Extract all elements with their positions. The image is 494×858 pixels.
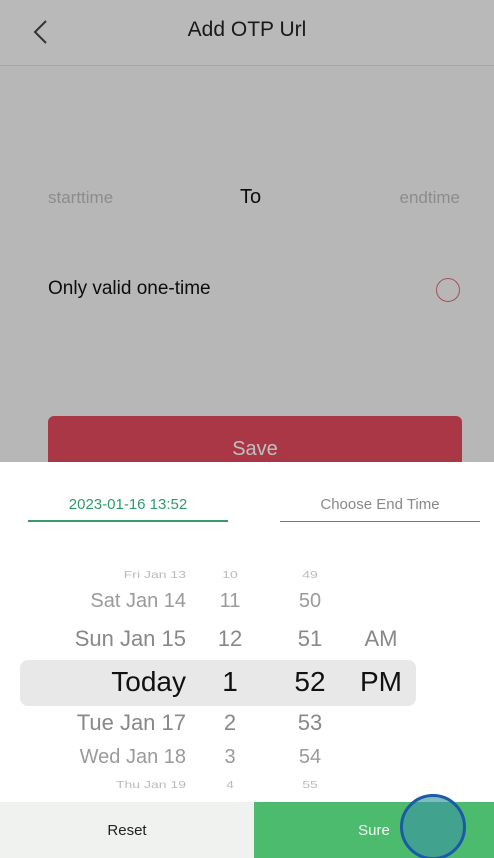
date-option: Tue Jan 17 [76,710,186,735]
minute-option: 55 [302,778,318,790]
date-option-selected: Today [111,666,186,697]
minute-option: 51 [297,626,323,651]
date-option: Fri Jan 13 [123,568,186,580]
hour-option: 2 [223,710,237,735]
hour-option: 4 [226,778,234,790]
minute-option: 54 [298,746,322,768]
touch-indicator [400,794,466,858]
date-option: Wed Jan 18 [79,746,186,768]
ampm-option: AM [364,626,398,651]
hour-option: 12 [217,626,243,651]
date-option: Sun Jan 15 [74,626,186,651]
start-time-tab[interactable]: 2023-01-16 13:52 [28,492,228,522]
hour-column[interactable]: 10 11 12 1 2 3 4 [210,558,250,798]
hour-option: 10 [222,568,238,580]
minute-column[interactable]: 49 50 51 52 53 54 55 [280,558,340,798]
hour-option: 3 [224,746,236,768]
modal-backdrop[interactable] [0,0,494,462]
picker-wheel[interactable]: Thu Jan 12 Fri Jan 13 Sat Jan 14 Sun Jan… [0,558,494,798]
hour-option-selected: 1 [222,666,238,697]
date-column[interactable]: Thu Jan 12 Fri Jan 13 Sat Jan 14 Sun Jan… [40,558,186,798]
ampm-column[interactable]: AM PM [346,558,416,798]
minute-option: 50 [298,590,322,612]
reset-button[interactable]: Reset [0,802,254,858]
minute-option: 49 [302,568,318,580]
minute-option-selected: 52 [294,666,326,697]
end-time-tab[interactable]: Choose End Time [280,492,480,522]
date-option: Sat Jan 14 [90,590,186,612]
add-otp-url-page: Add OTP Url starttime To endtime Only va… [0,0,494,858]
minute-option: 53 [297,710,323,735]
hour-option: 11 [219,590,241,612]
ampm-option-selected: PM [360,666,402,697]
date-option: Thu Jan 19 [115,778,186,790]
